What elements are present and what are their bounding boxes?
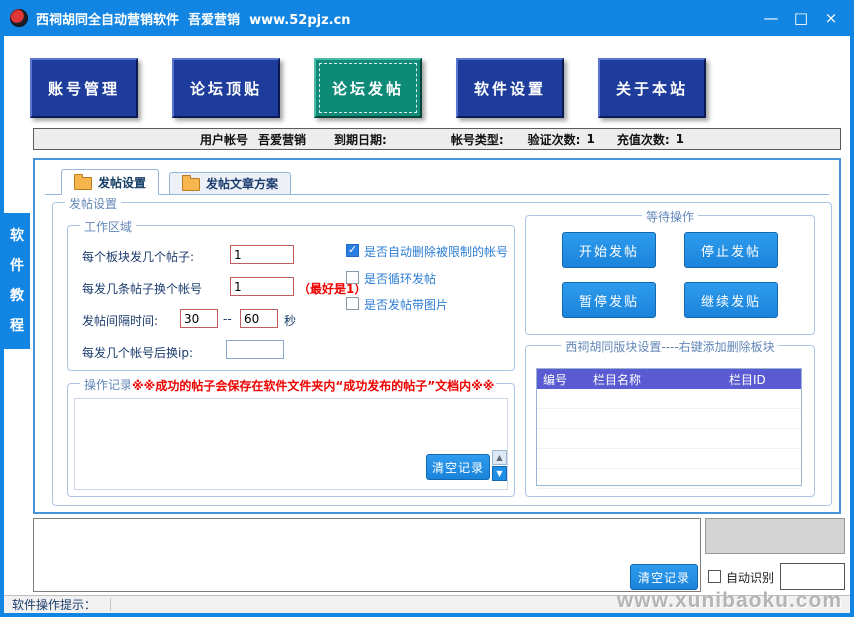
table-row bbox=[537, 429, 801, 449]
folder-icon bbox=[182, 178, 200, 191]
account-info-bar: 用户帐号 吾爱营销 到期日期: 帐号类型: 验证次数: 1 充值次数: 1 bbox=[33, 128, 841, 150]
recharge-count-label: 充值次数: bbox=[617, 131, 670, 148]
stop-posting-button[interactable]: 停止发帖 bbox=[684, 232, 778, 268]
scroll-down-icon[interactable]: ▼ bbox=[492, 466, 507, 481]
tab-article-plan-label: 发帖文章方案 bbox=[206, 175, 278, 192]
column-number-header: 编号 bbox=[537, 369, 587, 389]
bottom-log-area[interactable] bbox=[33, 518, 701, 592]
posts-per-account-input[interactable] bbox=[230, 277, 294, 296]
table-row bbox=[537, 389, 801, 409]
clear-record-button[interactable]: 清空记录 bbox=[426, 454, 490, 480]
loop-posting-checkbox[interactable] bbox=[346, 271, 359, 284]
auto-recognize-checkbox[interactable] bbox=[708, 570, 721, 583]
loop-posting-label: 是否循环发帖 bbox=[364, 270, 436, 287]
column-name-header: 栏目名称 bbox=[587, 369, 723, 389]
record-notice: ※※成功的帖子会保存在软件文件夹内“成功发布的帖子”文档内※※ bbox=[130, 377, 496, 394]
tab-article-plan[interactable]: 发帖文章方案 bbox=[169, 172, 291, 195]
work-area-group: 工作区域 每个板块发几个帖子: 是否自动删除被限制的帐号 每发几条帖子换个帐号 … bbox=[67, 225, 515, 371]
maximize-button[interactable]: □ bbox=[786, 6, 816, 30]
column-id-header: 栏目ID bbox=[723, 369, 801, 389]
sidebar-tutorial-button[interactable]: 软件教程 bbox=[4, 213, 30, 349]
window-body: 账号管理 论坛顶贴 论坛发帖 软件设置 关于本站 用户帐号 吾爱营销 到期日期:… bbox=[4, 36, 850, 613]
board-settings-group-title: 西祠胡同版块设置----右键添加删除板块 bbox=[561, 338, 778, 355]
expiry-date-label: 到期日期: bbox=[334, 131, 387, 148]
post-settings-group: 发帖设置 工作区域 每个板块发几个帖子: 是否自动删除被限制的帐号 每发几条帖子… bbox=[52, 202, 832, 506]
app-window: 西祠胡同全自动营销软件 吾爱营销 www.52pjz.cn — □ × 账号管理… bbox=[0, 0, 854, 617]
posts-per-board-input[interactable] bbox=[230, 245, 294, 264]
post-with-images-checkbox[interactable] bbox=[346, 297, 359, 310]
table-row bbox=[537, 449, 801, 469]
status-tip-label: 软件操作提示： bbox=[12, 596, 96, 613]
tab-post-settings-label: 发帖设置 bbox=[98, 174, 146, 191]
posts-per-board-label: 每个板块发几个帖子: bbox=[82, 248, 194, 265]
status-separator bbox=[110, 598, 111, 611]
table-row bbox=[537, 469, 801, 489]
wait-operation-group-title: 等待操作 bbox=[642, 208, 698, 225]
folder-icon bbox=[74, 177, 92, 190]
verify-count-label: 验证次数: bbox=[528, 131, 581, 148]
wait-operation-group: 等待操作 开始发帖 停止发帖 暂停发贴 继续发贴 bbox=[525, 215, 815, 335]
scroll-up-icon[interactable]: ▲ bbox=[492, 450, 507, 465]
start-posting-button[interactable]: 开始发帖 bbox=[562, 232, 656, 268]
sidebar-tutorial-label: 软件教程 bbox=[10, 221, 25, 341]
interval-label: 发帖间隔时间: bbox=[82, 312, 158, 329]
nav-software-settings[interactable]: 软件设置 bbox=[456, 58, 564, 118]
post-with-images-label: 是否发帖带图片 bbox=[364, 296, 448, 313]
app-icon bbox=[10, 9, 28, 27]
table-row bbox=[537, 409, 801, 429]
recharge-count-value: 1 bbox=[676, 132, 684, 146]
interval-unit-label: 秒 bbox=[284, 312, 296, 329]
tab-post-settings[interactable]: 发帖设置 bbox=[61, 169, 159, 195]
close-button[interactable]: × bbox=[816, 6, 846, 30]
verify-count-value: 1 bbox=[586, 132, 594, 146]
ip-switch-label: 每发几个帐号后换ip: bbox=[82, 344, 193, 361]
record-group: 操作记录 ※※成功的帖子会保存在软件文件夹内“成功发布的帖子”文档内※※ 清空记… bbox=[67, 383, 515, 497]
nav-about-site[interactable]: 关于本站 bbox=[598, 58, 706, 118]
user-account-value: 吾爱营销 bbox=[258, 131, 306, 148]
nav-forum-post[interactable]: 论坛发帖 bbox=[314, 58, 422, 118]
minimize-button[interactable]: — bbox=[756, 6, 786, 30]
auto-delete-limited-label: 是否自动删除被限制的帐号 bbox=[364, 243, 508, 260]
main-panel: 发帖设置 发帖文章方案 发帖设置 工作区域 每个板块发几个帖子: 是否自动删除被… bbox=[33, 158, 841, 514]
titlebar: 西祠胡同全自动营销软件 吾爱营销 www.52pjz.cn — □ × bbox=[0, 0, 854, 36]
continue-posting-button[interactable]: 继续发贴 bbox=[684, 282, 778, 318]
interval-max-input[interactable] bbox=[240, 309, 278, 328]
auto-recognize-input[interactable] bbox=[780, 563, 845, 590]
clear-log-button[interactable]: 清空记录 bbox=[630, 564, 698, 590]
board-table[interactable]: 编号 栏目名称 栏目ID bbox=[536, 368, 802, 486]
auto-delete-limited-checkbox[interactable] bbox=[346, 244, 359, 257]
record-scrollbar: ▲ ▼ bbox=[492, 450, 507, 481]
board-settings-group: 西祠胡同版块设置----右键添加删除板块 编号 栏目名称 栏目ID bbox=[525, 345, 815, 497]
account-type-label: 帐号类型: bbox=[451, 131, 504, 148]
board-table-header: 编号 栏目名称 栏目ID bbox=[537, 369, 801, 389]
work-area-group-title: 工作区域 bbox=[80, 218, 136, 235]
window-title: 西祠胡同全自动营销软件 吾爱营销 www.52pjz.cn bbox=[36, 9, 351, 28]
ip-switch-input[interactable] bbox=[226, 340, 284, 359]
post-settings-group-title: 发帖设置 bbox=[65, 195, 121, 212]
auto-recognize-label: 自动识别 bbox=[726, 569, 774, 586]
record-group-title: 操作记录 bbox=[80, 376, 136, 393]
window-controls: — □ × bbox=[756, 6, 846, 30]
user-account-label: 用户帐号 bbox=[200, 131, 248, 148]
posts-per-account-label: 每发几条帖子换个帐号 bbox=[82, 280, 202, 297]
nav-account-management[interactable]: 账号管理 bbox=[30, 58, 138, 118]
bottom-right-panel bbox=[705, 518, 845, 554]
interval-min-input[interactable] bbox=[180, 309, 218, 328]
watermark: www.xunibaoku.com bbox=[617, 589, 842, 613]
tabstrip: 发帖设置 发帖文章方案 bbox=[45, 168, 829, 195]
interval-separator: -- bbox=[223, 312, 232, 326]
nav-forum-bump[interactable]: 论坛顶贴 bbox=[172, 58, 280, 118]
pause-posting-button[interactable]: 暂停发贴 bbox=[562, 282, 656, 318]
